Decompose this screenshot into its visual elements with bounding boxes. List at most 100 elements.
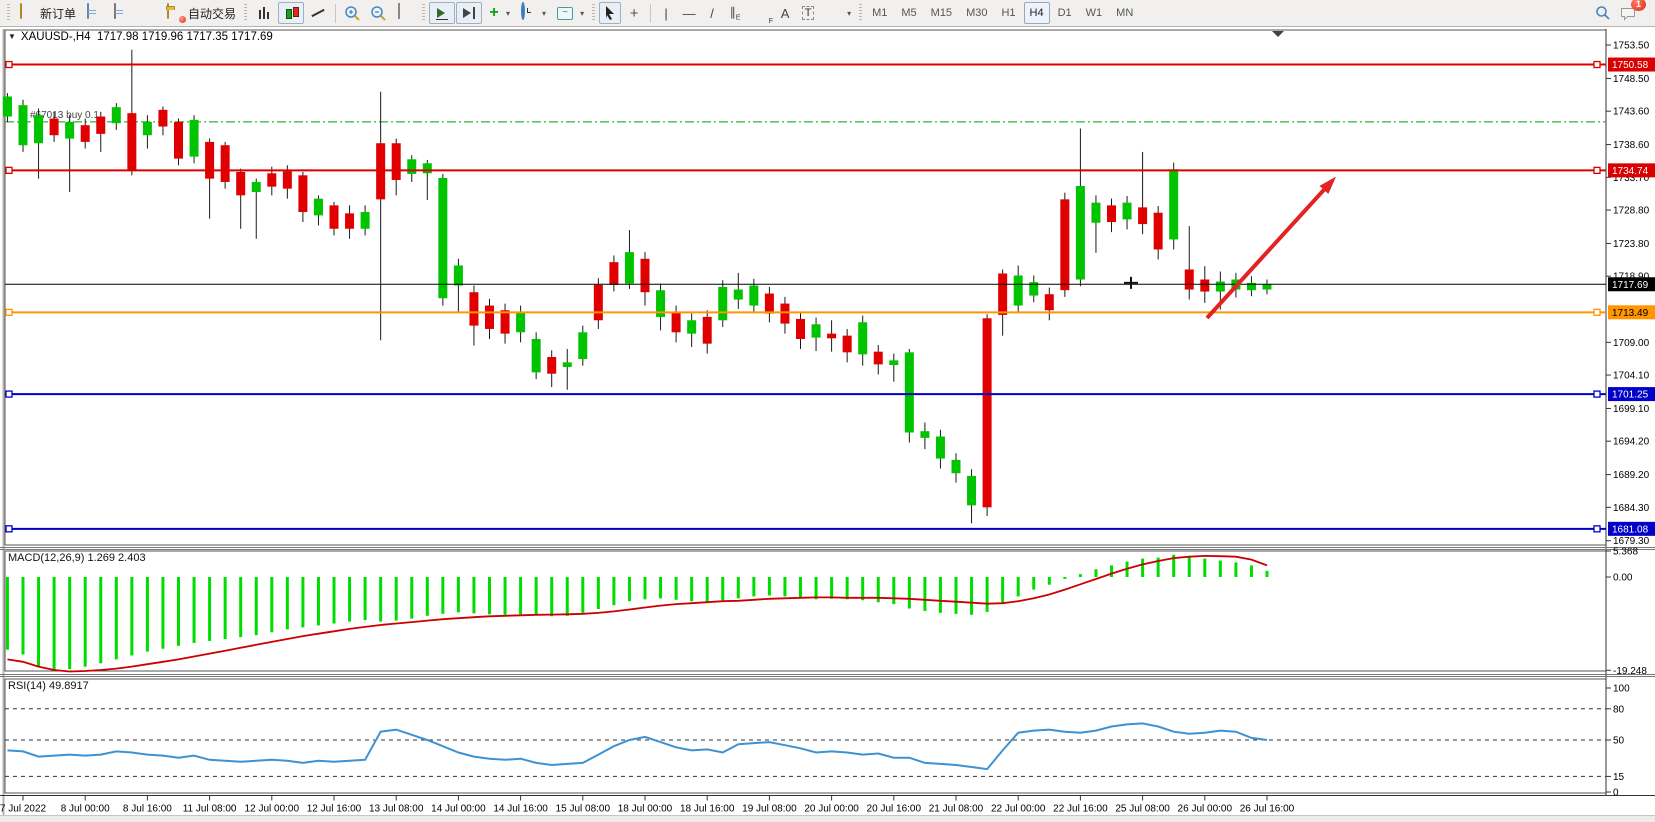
time-tick-label[interactable]: 21 Jul 08:00 (929, 804, 984, 815)
shapes-tool-button[interactable]: ▾ (820, 2, 855, 24)
macd-histogram-bar (472, 577, 475, 613)
line-chart-button[interactable] (305, 2, 331, 24)
time-tick-label[interactable]: 25 Jul 08:00 (1115, 804, 1170, 815)
time-tick-label[interactable]: 26 Jul 16:00 (1240, 804, 1295, 815)
new-order-button[interactable]: 新订单 (14, 2, 80, 24)
price-badge-label: 1713.49 (1612, 308, 1649, 319)
indicators-button[interactable]: +▾ (483, 2, 514, 24)
time-tick-label[interactable]: 19 Jul 08:00 (742, 804, 797, 815)
auto-scroll-button[interactable] (429, 2, 455, 24)
periods-button[interactable]: ▾ (515, 2, 550, 24)
time-tick-label[interactable]: 18 Jul 16:00 (680, 804, 735, 815)
time-tick-label[interactable]: 15 Jul 08:00 (556, 804, 611, 815)
crosshair-tool-button[interactable]: + (622, 2, 646, 24)
time-tick-label[interactable]: 14 Jul 00:00 (431, 804, 486, 815)
text-icon: A (781, 7, 790, 20)
rsi-indicator-label: RSI(14) 49.8917 (8, 680, 89, 692)
bar-chart-button[interactable] (251, 2, 277, 24)
macd-histogram-bar (395, 577, 398, 621)
chart-canvas[interactable]: #67013 buy 0.11753.501748.501743.601738.… (0, 27, 1655, 822)
label-tool-button[interactable]: T (797, 2, 819, 24)
toolbar-drag-handle[interactable] (592, 4, 595, 22)
time-tick-label[interactable]: 8 Jul 00:00 (61, 804, 110, 815)
time-tick-label[interactable]: 13 Jul 08:00 (369, 804, 424, 815)
time-tick-label[interactable]: 20 Jul 00:00 (804, 804, 859, 815)
hline-handle[interactable] (6, 62, 12, 68)
timeframe-M5[interactable]: M5 (895, 2, 922, 24)
time-tick-label[interactable]: 12 Jul 16:00 (307, 804, 362, 815)
tile-windows-button[interactable] (392, 2, 418, 24)
toolbar-drag-handle[interactable] (422, 4, 425, 22)
hline-handle[interactable] (1594, 391, 1600, 397)
timeframe-H4[interactable]: H4 (1024, 2, 1050, 24)
time-tick-label[interactable]: 14 Jul 16:00 (493, 804, 548, 815)
toolbar-drag-handle[interactable] (244, 4, 247, 22)
channel-tool-button[interactable]: ∥E (724, 2, 746, 24)
time-tick-label[interactable]: 12 Jul 00:00 (245, 804, 300, 815)
cursor-tool-button[interactable] (599, 2, 621, 24)
terminal-button[interactable] (108, 2, 134, 24)
hline-handle[interactable] (1594, 167, 1600, 173)
timeframe-H1[interactable]: H1 (995, 2, 1021, 24)
timeframe-M1[interactable]: M1 (866, 2, 893, 24)
time-tick-label[interactable]: 26 Jul 00:00 (1178, 804, 1233, 815)
templates-button[interactable]: ~▾ (551, 2, 588, 24)
vertical-line-tool-button[interactable]: | (655, 2, 677, 24)
candle-body-down (609, 262, 618, 285)
notifications-button[interactable]: 1 (1616, 2, 1641, 24)
auto-trading-button[interactable]: 自动交易 (162, 2, 240, 24)
horizontal-line-tool-button[interactable]: — (678, 2, 700, 24)
market-watch-button[interactable] (81, 2, 107, 24)
time-tick-label[interactable]: 18 Jul 00:00 (618, 804, 673, 815)
signals-button[interactable] (135, 2, 161, 24)
candle-body-down (127, 113, 136, 170)
trendline-tool-button[interactable]: / (701, 2, 723, 24)
hline-handle[interactable] (6, 391, 12, 397)
rsi-tick-label: 15 (1613, 772, 1625, 783)
hline-handle[interactable] (6, 526, 12, 532)
hline-handle[interactable] (1594, 62, 1600, 68)
hline-handle[interactable] (6, 309, 12, 315)
time-tick-label[interactable]: 7 Jul 2022 (0, 804, 47, 815)
time-tick-label[interactable]: 20 Jul 16:00 (867, 804, 922, 815)
chart-shift-button[interactable] (456, 2, 482, 24)
search-button[interactable] (1591, 2, 1615, 24)
fibonacci-tool-button[interactable] (747, 2, 773, 24)
timeframe-M15[interactable]: M15 (925, 2, 958, 24)
hline-handle[interactable] (6, 167, 12, 173)
timeframe-M30[interactable]: M30 (960, 2, 993, 24)
candlestick-chart-button[interactable] (278, 2, 304, 24)
hline-handle[interactable] (1594, 309, 1600, 315)
time-tick-label[interactable]: 11 Jul 08:00 (183, 804, 237, 815)
zoom-in-button[interactable] (340, 2, 365, 24)
candle-body-up (407, 159, 416, 174)
candle-body-down (1154, 213, 1163, 250)
macd-histogram-bar (861, 577, 864, 600)
text-tool-button[interactable]: A (774, 2, 796, 24)
candle-body-up (112, 107, 121, 123)
candle-body-down (983, 318, 992, 507)
macd-histogram-bar (270, 577, 273, 632)
toolbar-drag-handle[interactable] (859, 4, 862, 22)
hline-handle[interactable] (1594, 526, 1600, 532)
time-tick-label[interactable]: 22 Jul 16:00 (1053, 804, 1108, 815)
candle-body-down (998, 274, 1007, 315)
timeframe-W1[interactable]: W1 (1080, 2, 1109, 24)
macd-histogram-bar (146, 577, 149, 652)
candle-body-up (1169, 169, 1178, 239)
candle-body-down (50, 119, 59, 136)
time-tick-label[interactable]: 8 Jul 16:00 (123, 804, 172, 815)
time-tick-label[interactable]: 22 Jul 00:00 (991, 804, 1046, 815)
timeframe-MN[interactable]: MN (1110, 2, 1139, 24)
price-tick-label: 1689.20 (1613, 470, 1650, 481)
price-tick-label: 1699.10 (1613, 404, 1650, 415)
zoom-out-button[interactable] (366, 2, 391, 24)
candle-body-up (687, 320, 696, 333)
timeframe-D1[interactable]: D1 (1052, 2, 1078, 24)
macd-indicator-label: MACD(12,26,9) 1.269 2.403 (8, 552, 146, 564)
candle-body-up (143, 122, 152, 135)
macd-histogram-bar (177, 577, 180, 646)
collapse-triangle-icon[interactable]: ▼ (8, 32, 16, 41)
macd-histogram-bar (1094, 569, 1097, 577)
toolbar-drag-handle[interactable] (7, 4, 10, 22)
